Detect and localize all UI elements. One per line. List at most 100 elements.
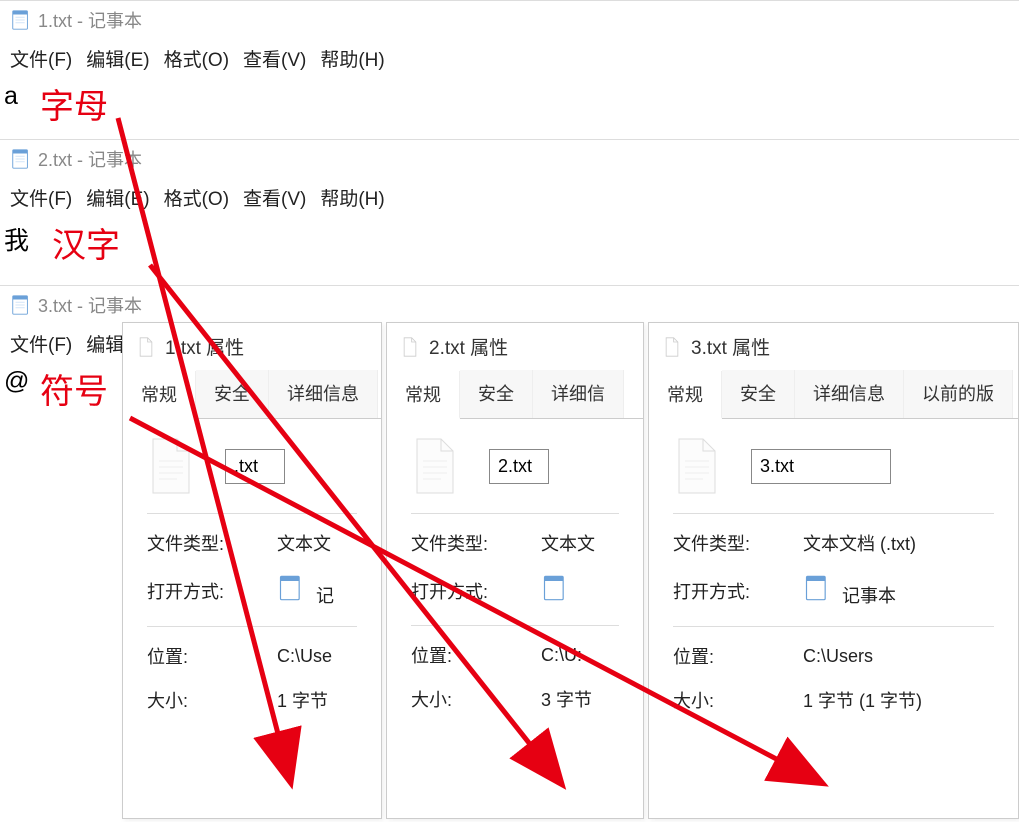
tab-details[interactable]: 详细信息 bbox=[269, 370, 378, 418]
menubar: 文件(F) 编辑(E) 格式(O) 查看(V) 帮助(H) bbox=[0, 39, 1019, 82]
menu-format[interactable]: 格式(O) bbox=[164, 184, 229, 211]
notepad-icon bbox=[277, 574, 305, 602]
size-row: 大小: 1 字节 bbox=[147, 687, 357, 713]
filename-row bbox=[673, 437, 994, 495]
location-row: 位置: C:\Use bbox=[147, 643, 357, 669]
location-value: C:\Use bbox=[277, 646, 357, 667]
titlebar: 3.txt - 记事本 bbox=[0, 286, 1019, 324]
file-icon bbox=[147, 437, 195, 495]
tab-details[interactable]: 详细信息 bbox=[795, 370, 904, 418]
notepad-icon bbox=[10, 148, 32, 170]
separator bbox=[411, 513, 619, 514]
properties-window-3: 3.txt 属性 常规 安全 详细信息 以前的版 文件类型: 文本文档 (.tx… bbox=[648, 322, 1019, 819]
notepad-icon bbox=[10, 294, 32, 316]
menu-file[interactable]: 文件(F) bbox=[10, 45, 72, 72]
menu-view[interactable]: 查看(V) bbox=[243, 184, 306, 211]
filename-input[interactable] bbox=[225, 449, 285, 484]
file-type-value: 文本文 bbox=[541, 530, 619, 556]
tabs: 常规 安全 详细信息 bbox=[123, 370, 381, 419]
titlebar: 1.txt - 记事本 bbox=[0, 1, 1019, 39]
properties-body: 文件类型: 文本文 打开方式: 位置: C:\U: 大小: 3 字节 bbox=[387, 419, 643, 730]
tab-details[interactable]: 详细信 bbox=[533, 370, 624, 418]
properties-title-text: 1.txt 属性 bbox=[165, 333, 244, 360]
window-title: 2.txt - 记事本 bbox=[38, 146, 142, 172]
tab-general[interactable]: 常规 bbox=[123, 371, 196, 419]
menu-edit[interactable]: 编辑(E) bbox=[86, 45, 149, 72]
file-icon bbox=[137, 337, 155, 357]
menu-format[interactable]: 格式(O) bbox=[164, 45, 229, 72]
file-type-row: 文件类型: 文本文档 (.txt) bbox=[673, 530, 994, 556]
location-label: 位置: bbox=[673, 643, 803, 669]
location-value: C:\U: bbox=[541, 645, 619, 666]
text-content[interactable]: a bbox=[0, 82, 1019, 121]
filename-input[interactable] bbox=[489, 449, 549, 484]
window-title: 3.txt - 记事本 bbox=[38, 292, 142, 318]
location-row: 位置: C:\Users bbox=[673, 643, 994, 669]
annotation-hanzi: 汉字 bbox=[52, 218, 120, 267]
open-with-value: 记 bbox=[277, 574, 357, 608]
open-with-row: 打开方式: 记 bbox=[147, 574, 357, 608]
size-label: 大小: bbox=[411, 686, 541, 712]
properties-title-text: 2.txt 属性 bbox=[429, 333, 508, 360]
open-with-label: 打开方式: bbox=[673, 578, 803, 604]
tab-general[interactable]: 常规 bbox=[649, 371, 722, 419]
size-value: 1 字节 bbox=[277, 687, 357, 713]
properties-windows: 1.txt 属性 常规 安全 详细信息 文件类型: 文本文 打开方式: bbox=[0, 322, 1019, 822]
menubar: 文件(F) 编辑(E) 格式(O) 查看(V) 帮助(H) bbox=[0, 178, 1019, 221]
properties-title: 2.txt 属性 bbox=[387, 323, 643, 370]
file-type-value: 文本文 bbox=[277, 530, 357, 556]
location-label: 位置: bbox=[147, 643, 277, 669]
file-icon bbox=[401, 337, 419, 357]
file-icon bbox=[663, 337, 681, 357]
properties-title: 1.txt 属性 bbox=[123, 323, 381, 370]
open-with-row: 打开方式: bbox=[411, 574, 619, 607]
menu-help[interactable]: 帮助(H) bbox=[320, 184, 384, 211]
menu-help[interactable]: 帮助(H) bbox=[320, 45, 384, 72]
annotation-letter: 字母 bbox=[40, 79, 108, 128]
properties-body: 文件类型: 文本文档 (.txt) 打开方式: 记事本 位置: C:\Users… bbox=[649, 419, 1018, 731]
tabs: 常规 安全 详细信息 以前的版 bbox=[649, 370, 1018, 419]
menu-view[interactable]: 查看(V) bbox=[243, 45, 306, 72]
file-icon bbox=[673, 437, 721, 495]
file-type-label: 文件类型: bbox=[673, 530, 803, 556]
file-type-label: 文件类型: bbox=[147, 530, 277, 556]
open-with-value: 记事本 bbox=[803, 574, 994, 608]
tab-previous-versions[interactable]: 以前的版 bbox=[904, 370, 1013, 418]
filename-row bbox=[147, 437, 357, 495]
tab-security[interactable]: 安全 bbox=[722, 370, 795, 418]
window-title: 1.txt - 记事本 bbox=[38, 7, 142, 33]
separator bbox=[147, 513, 357, 514]
filename-input[interactable] bbox=[751, 449, 891, 484]
tab-security[interactable]: 安全 bbox=[460, 370, 533, 418]
location-row: 位置: C:\U: bbox=[411, 642, 619, 668]
size-label: 大小: bbox=[147, 687, 277, 713]
open-with-label: 打开方式: bbox=[411, 578, 541, 604]
titlebar: 2.txt - 记事本 bbox=[0, 140, 1019, 178]
notepad-icon bbox=[803, 574, 831, 602]
properties-title: 3.txt 属性 bbox=[649, 323, 1018, 370]
open-with-app: 记 bbox=[316, 586, 334, 606]
size-value: 3 字节 bbox=[541, 686, 619, 712]
file-type-value: 文本文档 (.txt) bbox=[803, 530, 994, 556]
tab-general[interactable]: 常规 bbox=[387, 371, 460, 419]
location-label: 位置: bbox=[411, 642, 541, 668]
notepad-icon bbox=[541, 574, 569, 602]
open-with-label: 打开方式: bbox=[147, 578, 277, 604]
text-content[interactable]: 我 bbox=[0, 221, 1019, 267]
properties-title-text: 3.txt 属性 bbox=[691, 333, 770, 360]
notepad-icon bbox=[10, 9, 32, 31]
tab-security[interactable]: 安全 bbox=[196, 370, 269, 418]
open-with-app: 记事本 bbox=[842, 586, 896, 606]
size-row: 大小: 1 字节 (1 字节) bbox=[673, 687, 994, 713]
menu-edit[interactable]: 编辑(E) bbox=[86, 184, 149, 211]
file-icon bbox=[411, 437, 459, 495]
separator bbox=[411, 625, 619, 626]
properties-body: 文件类型: 文本文 打开方式: 记 位置: C:\Use 大小: 1 字节 bbox=[123, 419, 381, 731]
open-with-value bbox=[541, 574, 619, 607]
menu-file[interactable]: 文件(F) bbox=[10, 184, 72, 211]
separator bbox=[673, 626, 994, 627]
notepad-window-1: 1.txt - 记事本 文件(F) 编辑(E) 格式(O) 查看(V) 帮助(H… bbox=[0, 0, 1019, 121]
separator bbox=[673, 513, 994, 514]
properties-window-2: 2.txt 属性 常规 安全 详细信 文件类型: 文本文 打开方式: bbox=[386, 322, 644, 819]
tabs: 常规 安全 详细信 bbox=[387, 370, 643, 419]
